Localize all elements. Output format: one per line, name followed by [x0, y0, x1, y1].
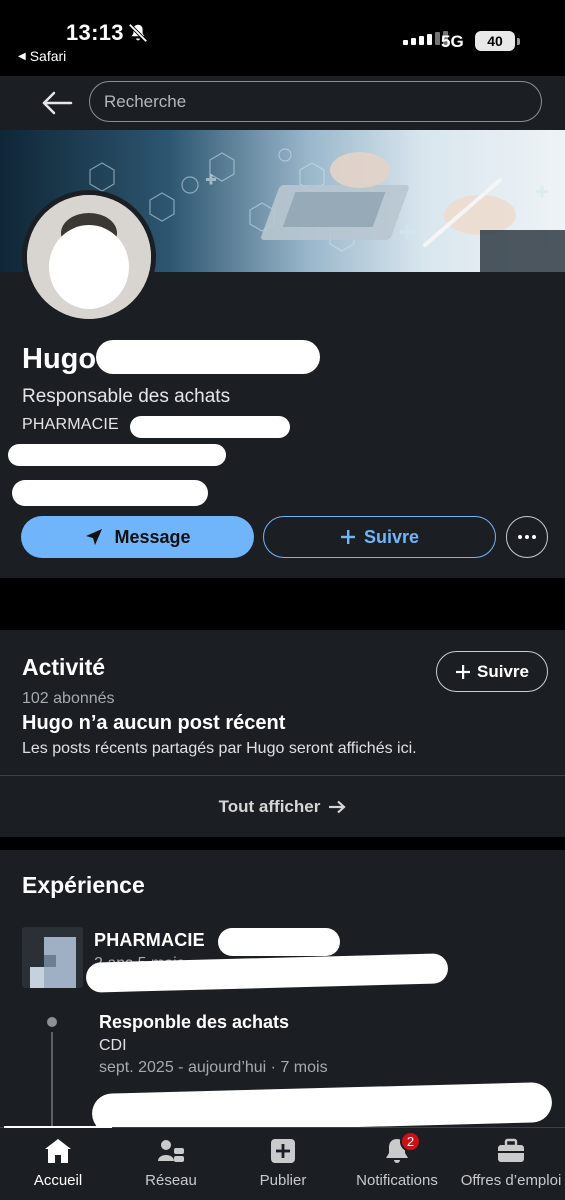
search-header [0, 76, 565, 130]
nav-post-label: Publier [259, 1172, 307, 1189]
nav-home-label: Accueil [33, 1172, 83, 1189]
show-all-link[interactable]: Tout afficher [0, 776, 565, 837]
message-button-label: Message [114, 526, 191, 547]
battery-icon: 40 [475, 31, 515, 51]
nav-notifications-label: Notifications [356, 1172, 438, 1189]
back-to-safari[interactable]: ◀ Safari [18, 48, 66, 64]
nav-network[interactable]: Réseau [128, 1128, 214, 1200]
nav-jobs[interactable]: Offres d’emploi [458, 1128, 564, 1200]
nav-network-label: Réseau [145, 1172, 197, 1189]
profile-card: Hugo Responsable des achats PHARMACIE Me… [0, 130, 565, 578]
experience-company: PHARMACIE [94, 930, 205, 950]
redaction-mark [130, 416, 290, 438]
network-icon [158, 1140, 184, 1162]
experience-section: Expérience PHARMACIE 2 ans 5 mois Respon… [0, 850, 565, 1136]
back-arrow-icon[interactable] [40, 86, 74, 120]
show-all-label: Tout afficher [218, 796, 321, 816]
redaction-mark [8, 444, 226, 466]
battery-tip [517, 38, 520, 45]
experience-role: Responble des achats [99, 1012, 290, 1032]
more-dot [518, 535, 522, 539]
redaction-mark [96, 340, 320, 374]
follow-button-label: Suivre [363, 526, 420, 547]
company-building-icon [22, 927, 83, 988]
plus-icon [340, 530, 355, 544]
activity-title: Activité [22, 654, 106, 680]
bell-icon-wrap: 2 [382, 1131, 421, 1166]
notification-badge: 2 [400, 1131, 421, 1152]
followers-count: 102 abonnés [22, 690, 115, 707]
back-app-label: Safari [29, 48, 67, 64]
more-dot [525, 535, 529, 539]
avatar-photo [27, 195, 151, 319]
network-type: 5G [441, 32, 464, 51]
home-icon [45, 1139, 71, 1163]
experience-contract: CDI [99, 1037, 127, 1054]
no-post-title: Hugo n’a aucun post récent [22, 712, 286, 734]
search-input[interactable] [89, 81, 542, 122]
bell-off-icon [128, 23, 148, 43]
profile-headline: Responsable des achats [22, 386, 231, 407]
status-bar: 13:13 ◀ Safari 5G 40 [0, 0, 565, 76]
more-dot [532, 535, 536, 539]
experience-title: Expérience [22, 872, 145, 898]
company-logo[interactable] [22, 927, 83, 988]
nav-notifications[interactable]: 2 Notifications [347, 1128, 447, 1200]
experience-dates: sept. 2025 - aujourd’hui · 7 mois [99, 1059, 328, 1076]
activity-follow-button[interactable]: Suivre [436, 651, 548, 692]
no-post-text: Les posts récents partagés par Hugo sero… [22, 740, 417, 757]
profile-avatar[interactable] [22, 190, 156, 324]
plus-icon [456, 664, 470, 679]
timeline-dot [47, 1017, 57, 1027]
follow-button[interactable]: Suivre [263, 516, 496, 558]
briefcase-icon [498, 1138, 524, 1162]
redaction-mark [218, 928, 340, 956]
nav-post[interactable]: Publier [240, 1128, 326, 1200]
activity-follow-label: Suivre [477, 661, 529, 681]
activity-section: Activité Suivre 102 abonnés Hugo n’a auc… [0, 630, 565, 837]
timeline-line [51, 1032, 53, 1130]
profile-company: PHARMACIE [22, 416, 119, 433]
message-button[interactable]: Message [21, 516, 254, 558]
nav-jobs-label: Offres d’emploi [460, 1172, 562, 1189]
profile-name: Hugo [22, 343, 97, 375]
status-time: 13:13 [66, 20, 124, 45]
back-triangle-icon: ◀ [18, 50, 26, 62]
bottom-navigation: Accueil Réseau Publier 2 Notifications O… [0, 1126, 565, 1200]
more-options-button[interactable] [506, 516, 548, 558]
redaction-mark [12, 480, 208, 506]
arrow-right-icon [329, 800, 346, 813]
nav-home[interactable]: Accueil [14, 1128, 102, 1200]
post-icon [271, 1139, 295, 1163]
send-icon [86, 529, 103, 545]
